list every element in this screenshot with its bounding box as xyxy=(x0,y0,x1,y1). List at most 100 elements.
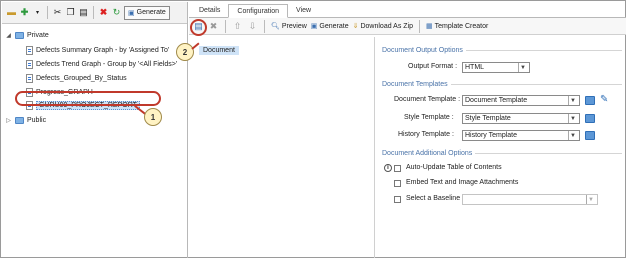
select-baseline-label: Select a Baseline : xyxy=(406,195,464,202)
templates-header: Document Templates xyxy=(382,81,622,88)
move-down-icon[interactable]: ⇩ xyxy=(247,21,258,32)
tree-item-label: Defects Trend Graph - Group by '<All Fie… xyxy=(36,60,178,68)
document-list: Document xyxy=(189,37,375,258)
tree-node-label: Private xyxy=(27,31,49,39)
edit-pencil-icon[interactable]: ✎ xyxy=(600,94,611,105)
document-list-item[interactable]: Document xyxy=(199,46,239,55)
style-template-value: Style Template xyxy=(465,115,511,122)
preview-icon: 🔍︎ xyxy=(271,23,280,30)
config-toolbar: ▤ ✖ ⇧ ⇩ 🔍︎ Preview ▣ Generate ⇓ Download… xyxy=(189,18,626,35)
report-config-panel: Details Configuration View ▤ ✖ ⇧ ⇩ 🔍︎ Pr… xyxy=(189,2,626,258)
embed-attachments-label: Embed Text and Image Attachments xyxy=(406,179,519,186)
report-icon xyxy=(26,45,33,55)
chevron-down-icon: ▼ xyxy=(568,131,577,140)
download-zip-label: Download As Zip xyxy=(360,22,414,30)
download-zip-button[interactable]: ⇓ Download As Zip xyxy=(352,22,414,31)
auto-update-toc-label: Auto-Update Table of Contents xyxy=(406,164,502,171)
history-template-value: History Template xyxy=(465,132,518,139)
style-template-label: Style Template : xyxy=(404,114,454,121)
add-icon[interactable]: ✚ xyxy=(19,7,30,18)
template-creator-label: Template Creator xyxy=(434,22,489,30)
report-tree-panel: ▬ ✚ ▾ ✂ ❐ ▤ ✖ ↻ ▣ Generate ◢ Private Def xyxy=(2,2,188,258)
generate-button-label: Generate xyxy=(319,22,349,30)
chevron-down-icon: ▼ xyxy=(568,96,577,105)
divider xyxy=(465,50,622,51)
generate-icon: ▣ xyxy=(128,9,135,17)
dropdown-arrow-icon[interactable]: ▾ xyxy=(32,7,43,18)
generate-button-label: Generate xyxy=(136,9,166,16)
toolbar-divider xyxy=(47,6,48,19)
document-template-label: Document Template : xyxy=(394,96,461,103)
tab-view[interactable]: View xyxy=(288,3,319,17)
toolbar-divider xyxy=(93,6,94,19)
tree-item[interactable]: Defects_Grouped_By_Status xyxy=(26,72,127,84)
divider xyxy=(475,153,622,154)
cut-icon[interactable]: ✂ xyxy=(52,7,63,18)
additional-options-header: Document Additional Options xyxy=(382,150,622,157)
toolbar-divider xyxy=(419,19,421,33)
browse-folder-icon[interactable] xyxy=(585,114,595,123)
document-template-value: Document Template xyxy=(465,97,528,104)
select-baseline-checkbox[interactable] xyxy=(394,196,401,203)
section-title: Document Templates xyxy=(382,81,448,88)
chevron-down-icon: ▼ xyxy=(518,63,527,72)
tree-item[interactable]: Defects Summary Graph - by 'Assigned To' xyxy=(26,44,169,56)
output-format-value: HTML xyxy=(465,64,485,71)
generate-icon: ▣ xyxy=(310,23,318,30)
toolbar-divider xyxy=(225,19,226,33)
collapse-arrow-icon[interactable]: ▷ xyxy=(5,117,12,124)
delete-icon[interactable]: ✖ xyxy=(98,7,109,18)
embed-attachments-checkbox[interactable] xyxy=(394,180,401,187)
left-toolbar: ▬ ✚ ▾ ✂ ❐ ▤ ✖ ↻ ▣ Generate xyxy=(2,2,187,24)
folder-icon xyxy=(15,116,24,124)
tree-item-label: Defects_Grouped_By_Status xyxy=(36,74,127,82)
delete-icon[interactable]: ✖ xyxy=(208,21,219,32)
refresh-icon[interactable]: ↻ xyxy=(111,7,122,18)
tree-node-private[interactable]: ◢ Private xyxy=(5,29,49,41)
highlight-ring xyxy=(190,19,207,36)
generate-button[interactable]: ▣ Generate xyxy=(310,22,349,31)
paste-icon[interactable]: ▤ xyxy=(78,7,89,18)
output-format-select[interactable]: HTML ▼ xyxy=(462,62,530,73)
folder-icon xyxy=(15,31,24,39)
tab-configuration[interactable]: Configuration xyxy=(228,4,289,18)
divider xyxy=(450,84,622,85)
report-icon xyxy=(26,73,33,83)
toolbar-divider xyxy=(264,19,265,33)
move-up-icon[interactable]: ⇧ xyxy=(232,21,243,32)
tree-item-label: Defects Summary Graph - by 'Assigned To' xyxy=(36,46,170,54)
copy-icon[interactable]: ❐ xyxy=(65,7,76,18)
generate-button[interactable]: ▣ Generate xyxy=(124,5,170,20)
tab-bar: Details Configuration View xyxy=(189,2,626,18)
baseline-select[interactable]: ▼ xyxy=(462,194,598,205)
expand-arrow-icon[interactable]: ◢ xyxy=(5,32,12,39)
new-folder-icon[interactable]: ▬ xyxy=(6,7,17,18)
chevron-down-icon: ▼ xyxy=(586,195,595,204)
tree-item[interactable]: Defects Trend Graph - Group by '<All Fie… xyxy=(26,58,177,70)
template-creator-button[interactable]: ▦ Template Creator xyxy=(426,22,489,31)
output-format-label: Output Format : xyxy=(408,63,458,70)
browse-folder-icon[interactable] xyxy=(585,131,595,140)
preview-button[interactable]: 🔍︎ Preview xyxy=(271,22,307,31)
tab-details[interactable]: Details xyxy=(191,3,228,17)
report-icon xyxy=(26,59,33,69)
output-options-header: Document Output Options xyxy=(382,47,622,54)
info-icon: i xyxy=(384,164,392,172)
callout-badge: 1 xyxy=(144,108,162,126)
history-template-select[interactable]: History Template ▼ xyxy=(462,130,580,141)
highlight-ring xyxy=(15,91,161,106)
document-template-select[interactable]: Document Template ▼ xyxy=(462,95,580,106)
section-title: Document Additional Options xyxy=(382,150,473,157)
style-template-select[interactable]: Style Template ▼ xyxy=(462,113,580,124)
section-title: Document Output Options xyxy=(382,47,463,54)
tree-node-public[interactable]: ▷ Public xyxy=(5,114,46,126)
template-icon: ▦ xyxy=(426,23,433,30)
callout-badge: 2 xyxy=(176,43,194,61)
browse-folder-icon[interactable] xyxy=(585,96,595,105)
chevron-down-icon: ▼ xyxy=(568,114,577,123)
application-window: ▬ ✚ ▾ ✂ ❐ ▤ ✖ ↻ ▣ Generate ◢ Private Def xyxy=(0,0,626,258)
tree-node-label: Public xyxy=(27,116,47,124)
auto-update-toc-checkbox[interactable] xyxy=(394,165,401,172)
preview-button-label: Preview xyxy=(281,22,307,30)
download-icon: ⇓ xyxy=(352,23,359,30)
